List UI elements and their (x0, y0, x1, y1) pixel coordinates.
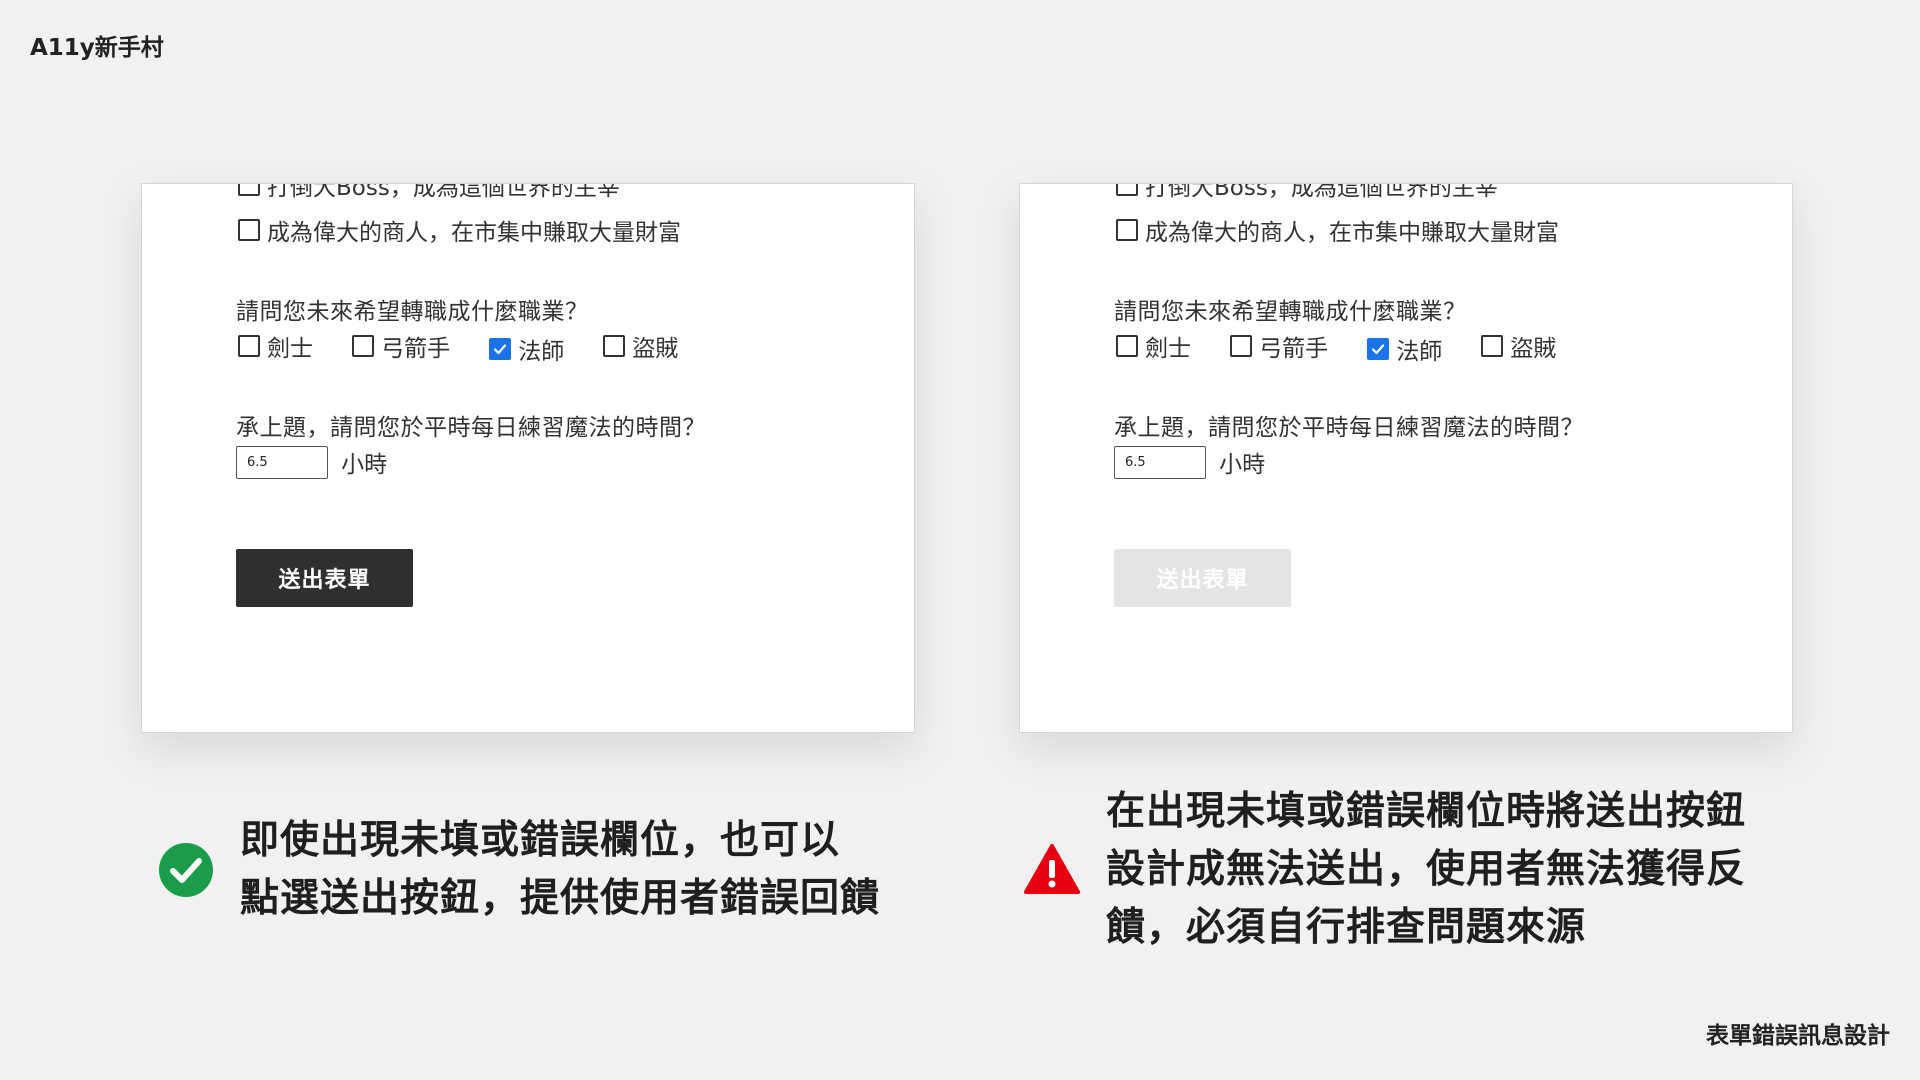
caption-line: 饋，必須自行排查問題來源 (1106, 905, 1587, 950)
option-label: 劍士 (1145, 336, 1191, 362)
checkbox-box[interactable] (238, 184, 260, 196)
option-boss[interactable]: 打倒大Boss，成為這個世界的主宰 (236, 183, 654, 202)
caption-bad-text: 在出現未填或錯誤欄位時將送出按鈕 設計成無法送出，使用者無法獲得反 饋，必須自行… (1106, 783, 1786, 957)
caption-line: 在出現未填或錯誤欄位時將送出按鈕 (1106, 789, 1747, 834)
hours-field-row: 小時 (1114, 445, 1265, 479)
option-label: 劍士 (267, 336, 313, 362)
checkbox-archer[interactable]: 弓箭手 (1230, 329, 1328, 363)
option-label: 打倒大Boss，成為這個世界的主宰 (1145, 183, 1498, 201)
checkbox-box[interactable] (1481, 335, 1504, 357)
hours-unit: 小時 (341, 452, 388, 478)
hours-input[interactable] (1114, 445, 1206, 479)
checkbox-swordsman[interactable]: 劍士 (1116, 329, 1191, 363)
option-merchant[interactable]: 成為偉大的商人，在市集中賺取大量財富 (1114, 213, 1593, 247)
checkmark-icon (1372, 344, 1385, 355)
slide-topic: 表單錯誤訊息設計 (1706, 1023, 1890, 1049)
form-panel-bad: 打倒大Boss，成為這個世界的主宰 成為偉大的商人，在市集中賺取大量財富 請問您… (1019, 183, 1793, 733)
caption-good-text: 即使出現未填或錯誤欄位，也可以 點選送出按鈕，提供使用者錯誤回饋 (240, 812, 920, 928)
hours-field-row: 小時 (236, 445, 387, 479)
checkbox-box-checked[interactable] (489, 338, 512, 360)
checkbox-box[interactable] (1116, 219, 1138, 241)
hours-input[interactable] (236, 445, 328, 479)
checkbox-thief[interactable]: 盜賊 (603, 329, 678, 363)
question-hours: 承上題，請問您於平時每日練習魔法的時間？ (1114, 415, 1584, 441)
question-hours: 承上題，請問您於平時每日練習魔法的時間？ (236, 415, 706, 441)
checkbox-box[interactable] (238, 219, 260, 241)
caption-good: 即使出現未填或錯誤欄位，也可以 點選送出按鈕，提供使用者錯誤回饋 (158, 812, 920, 928)
submit-button[interactable]: 送出表單 (236, 549, 413, 607)
form-panel-good: 打倒大Boss，成為這個世界的主宰 成為偉大的商人，在市集中賺取大量財富 請問您… (141, 183, 915, 733)
option-label: 盜賊 (632, 336, 679, 362)
option-label: 法師 (1396, 339, 1443, 365)
checkbox-mage[interactable]: 法師 (1367, 332, 1442, 366)
checkbox-option-boss[interactable]: 打倒大Boss，成為這個世界的主宰 (238, 183, 620, 202)
checkbox-thief[interactable]: 盜賊 (1481, 329, 1556, 363)
caption-line: 設計成無法送出，使用者無法獲得反 (1106, 847, 1747, 892)
checkbox-box[interactable] (352, 335, 375, 357)
option-label: 弓箭手 (1259, 336, 1329, 362)
checkbox-option-merchant[interactable]: 成為偉大的商人，在市集中賺取大量財富 (1116, 213, 1559, 247)
question-job: 請問您未來希望轉職成什麼職業？ (236, 299, 589, 325)
warning-triangle-icon (1024, 844, 1080, 894)
option-label: 打倒大Boss，成為這個世界的主宰 (267, 183, 620, 201)
option-label: 成為偉大的商人，在市集中賺取大量財富 (1145, 220, 1559, 246)
caption-line: 即使出現未填或錯誤欄位，也可以 (240, 818, 841, 863)
checkbox-box-checked[interactable] (1367, 338, 1390, 360)
option-label: 成為偉大的商人，在市集中賺取大量財富 (267, 220, 681, 246)
checkbox-box[interactable] (1116, 184, 1138, 196)
job-options: 劍士 弓箭手 法師 盜賊 (236, 329, 712, 366)
checkbox-mage[interactable]: 法師 (489, 332, 564, 366)
submit-row: 送出表單 (236, 549, 413, 607)
caption-bad: 在出現未填或錯誤欄位時將送出按鈕 設計成無法送出，使用者無法獲得反 饋，必須自行… (1024, 783, 1786, 957)
slide: A11y新手村 打倒大Boss，成為這個世界的主宰 成為偉大的商人，在市集中賺取… (0, 0, 1920, 1080)
hours-unit: 小時 (1219, 452, 1266, 478)
submit-button-disabled: 送出表單 (1114, 549, 1291, 607)
checkbox-box[interactable] (238, 335, 260, 357)
option-boss[interactable]: 打倒大Boss，成為這個世界的主宰 (1114, 183, 1532, 202)
question-job: 請問您未來希望轉職成什麼職業？ (1114, 299, 1467, 325)
option-label: 弓箭手 (381, 336, 451, 362)
submit-row: 送出表單 (1114, 549, 1291, 607)
caption-line: 點選送出按鈕，提供使用者錯誤回饋 (240, 876, 881, 921)
checkbox-swordsman[interactable]: 劍士 (238, 329, 313, 363)
option-merchant[interactable]: 成為偉大的商人，在市集中賺取大量財富 (236, 213, 715, 247)
checkbox-box[interactable] (603, 335, 626, 357)
option-label: 法師 (518, 339, 565, 365)
checkbox-box[interactable] (1230, 335, 1253, 357)
brand-logo-text: A11y新手村 (30, 35, 164, 61)
checkbox-box[interactable] (1116, 335, 1138, 357)
option-label: 盜賊 (1510, 336, 1557, 362)
checkmark-icon (494, 344, 507, 355)
job-options: 劍士 弓箭手 法師 盜賊 (1114, 329, 1590, 366)
checkbox-option-merchant[interactable]: 成為偉大的商人，在市集中賺取大量財富 (238, 213, 681, 247)
checkbox-archer[interactable]: 弓箭手 (352, 329, 450, 363)
check-circle-icon (159, 843, 213, 897)
checkbox-option-boss[interactable]: 打倒大Boss，成為這個世界的主宰 (1116, 183, 1498, 202)
